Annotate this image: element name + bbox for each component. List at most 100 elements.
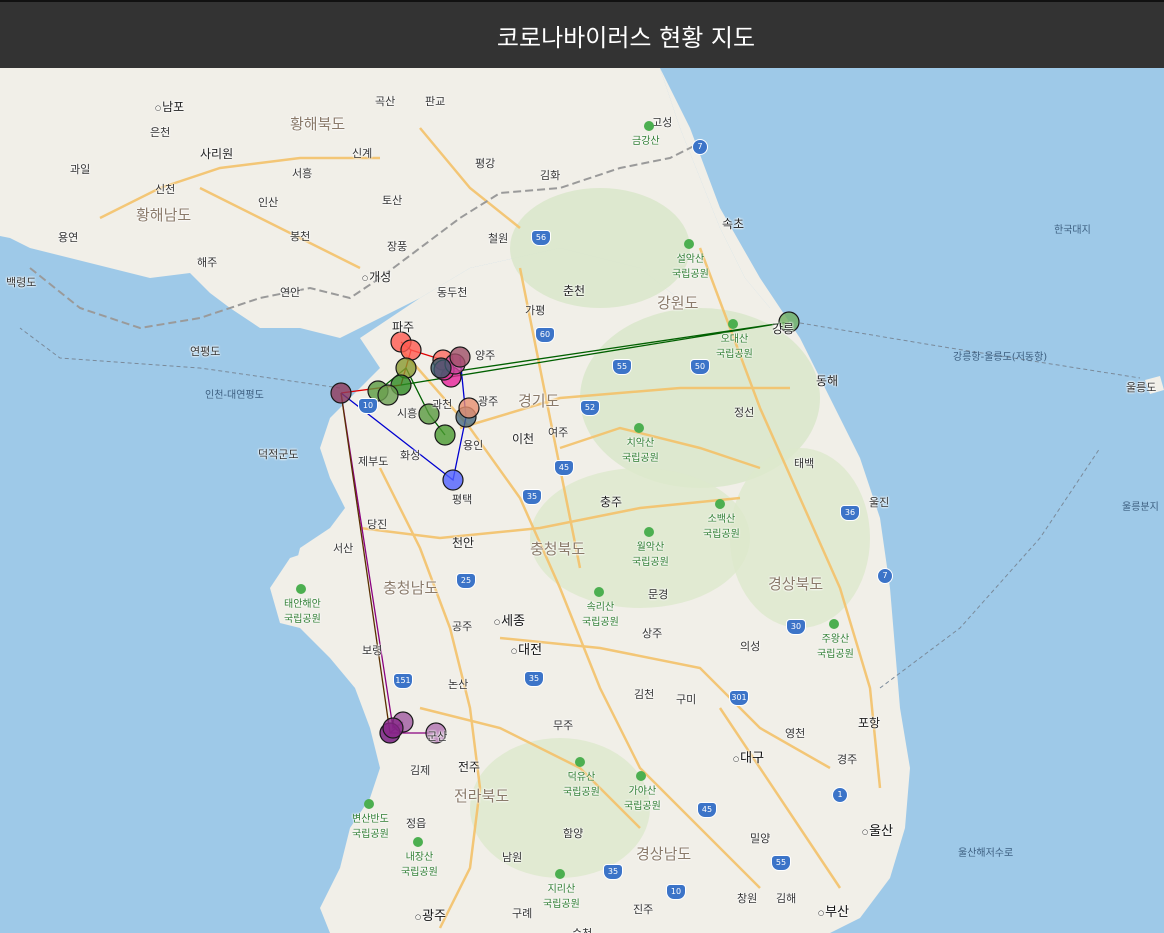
map-label: 과일 bbox=[70, 163, 91, 176]
map-label: 개성 bbox=[362, 268, 391, 285]
map-label: 창원 bbox=[737, 892, 758, 905]
basemap bbox=[0, 68, 1164, 933]
map-label: 울릉분지 bbox=[1122, 502, 1159, 513]
map-label: 무주 bbox=[553, 719, 574, 732]
case-marker-maroon[interactable] bbox=[330, 382, 352, 404]
map-label: 한국대지 bbox=[1054, 225, 1091, 236]
map-label: 신천 bbox=[155, 183, 176, 196]
route-shield-icon: 151 bbox=[393, 673, 413, 689]
map-label: 은천 bbox=[150, 126, 171, 139]
map-label: 광주 bbox=[415, 905, 446, 924]
map-label: 신계 bbox=[352, 147, 373, 160]
route-shield-icon: 10 bbox=[666, 884, 686, 900]
map-label: 김해 bbox=[776, 892, 797, 905]
route-shield-icon: 50 bbox=[690, 359, 710, 375]
map-label: 논산 bbox=[448, 678, 469, 691]
route-shield-icon: 10 bbox=[358, 398, 378, 414]
park-icon bbox=[636, 771, 646, 781]
map-label: 태안해안 국립공원 bbox=[284, 599, 321, 625]
map-label: 울릉도 bbox=[1126, 381, 1157, 394]
map-label: 서산 bbox=[333, 542, 354, 555]
map-label: 충청남도 bbox=[383, 579, 439, 597]
park-icon bbox=[296, 584, 306, 594]
map-label: 사리원 bbox=[200, 147, 234, 161]
map-label: 금강산 bbox=[632, 136, 660, 147]
route-shield-icon: 1 bbox=[832, 787, 848, 803]
map-label: 공주 bbox=[452, 620, 473, 633]
map-label: 경상남도 bbox=[636, 845, 692, 863]
map-label: 제부도 bbox=[358, 455, 389, 468]
park-icon bbox=[413, 837, 423, 847]
map-label: 김제 bbox=[410, 764, 431, 777]
map-label: 김화 bbox=[540, 169, 561, 182]
map-label: 토산 bbox=[382, 194, 403, 207]
map-label: 황해북도 bbox=[290, 115, 346, 133]
map-label: 함양 bbox=[563, 827, 584, 840]
map-label: 철원 bbox=[488, 232, 509, 245]
case-marker-red[interactable] bbox=[400, 339, 422, 361]
map-label: 남포 bbox=[155, 98, 184, 115]
map-label: 군산 bbox=[427, 730, 448, 743]
route-shield-icon: 25 bbox=[456, 573, 476, 589]
map-label: 치악산 국립공원 bbox=[622, 438, 659, 464]
app-header: 코로나바이러스 현황 지도 bbox=[0, 0, 1164, 68]
map-label: 오대산 국립공원 bbox=[716, 334, 753, 360]
map-label: 덕적군도 bbox=[258, 448, 299, 461]
route-shield-icon: 35 bbox=[522, 489, 542, 505]
map-label: 가야산 국립공원 bbox=[624, 786, 661, 812]
map-label: 경기도 bbox=[518, 392, 560, 410]
map-label: 가평 bbox=[525, 304, 546, 317]
case-marker-slate[interactable] bbox=[430, 357, 452, 379]
map-label: 인천-대연평도 bbox=[205, 390, 264, 401]
map-label: 백령도 bbox=[6, 276, 37, 289]
map-label: 충청북도 bbox=[530, 540, 586, 558]
park-icon bbox=[715, 499, 725, 509]
map-label: 정선 bbox=[734, 406, 755, 419]
map-label: 전주 bbox=[458, 760, 481, 774]
park-icon bbox=[728, 319, 738, 329]
route-shield-icon: 30 bbox=[786, 619, 806, 635]
map-label: 용연 bbox=[58, 231, 79, 244]
map-label: 해주 bbox=[197, 256, 218, 269]
park-icon bbox=[644, 121, 654, 131]
map-label: 여주 bbox=[548, 426, 569, 439]
route-shield-icon: 7 bbox=[877, 568, 893, 584]
park-icon bbox=[594, 587, 604, 597]
map-label: 이천 bbox=[512, 432, 535, 446]
map-label: 고성 bbox=[652, 116, 673, 129]
map-label: 부산 bbox=[818, 901, 849, 920]
case-marker-green[interactable] bbox=[377, 384, 399, 406]
map-label: 정읍 bbox=[406, 817, 427, 830]
map-label: 경주 bbox=[837, 753, 858, 766]
map-label: 울진 bbox=[869, 496, 890, 509]
case-marker-green[interactable] bbox=[434, 424, 456, 446]
map-label: 세종 bbox=[494, 610, 525, 629]
map-label: 대구 bbox=[733, 747, 764, 766]
route-shield-icon: 301 bbox=[729, 690, 749, 706]
route-shield-icon: 56 bbox=[531, 230, 551, 246]
route-shield-icon: 60 bbox=[535, 327, 555, 343]
map-label: 남원 bbox=[502, 851, 523, 864]
route-shield-icon: 52 bbox=[580, 400, 600, 416]
map-label: 덕유산 국립공원 bbox=[563, 772, 600, 798]
map-label: 대전 bbox=[511, 639, 542, 658]
map-label: 김천 bbox=[634, 688, 655, 701]
map-label: 경상북도 bbox=[768, 575, 824, 593]
map-label: 봉천 bbox=[290, 230, 311, 243]
route-shield-icon: 55 bbox=[771, 855, 791, 871]
map-label: 포항 bbox=[858, 716, 881, 730]
case-marker-salmon[interactable] bbox=[458, 397, 480, 419]
map-label: 순천 bbox=[572, 925, 592, 933]
map-label: 구미 bbox=[676, 693, 697, 706]
case-marker-blue[interactable] bbox=[442, 469, 464, 491]
park-icon bbox=[684, 239, 694, 249]
case-marker-maroon[interactable] bbox=[449, 346, 471, 368]
map-label: 평택 bbox=[452, 493, 473, 506]
map-label: 변산반도 국립공원 bbox=[352, 814, 389, 840]
map-label: 구례 bbox=[512, 907, 533, 920]
map-canvas[interactable]: 남포 곡산 판교황해북도은천사리원 신계과일 평강서흥 김화 고성금강산신천토산 인산황해남도… bbox=[0, 68, 1164, 933]
map-label: 진주 bbox=[633, 903, 654, 916]
case-marker-purple[interactable] bbox=[382, 717, 404, 739]
map-label: 곡산 bbox=[375, 95, 396, 108]
map-label: 파주 bbox=[392, 320, 415, 334]
